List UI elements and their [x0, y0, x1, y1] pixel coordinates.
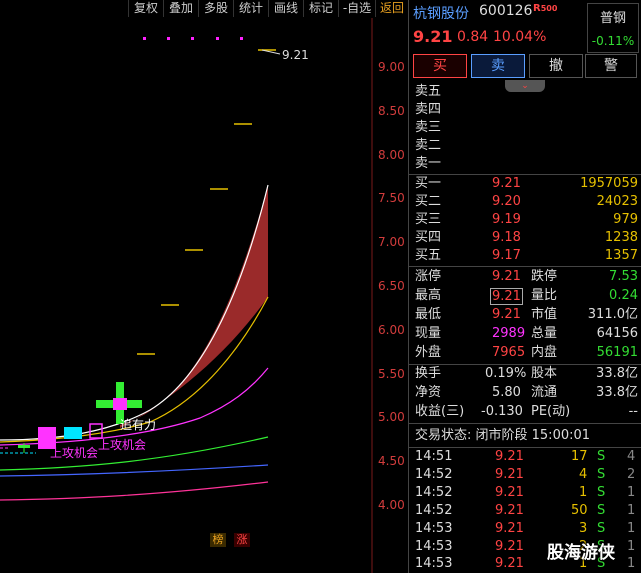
- y-tick-label: 5.50: [378, 367, 405, 381]
- y-tick-label: 4.00: [378, 498, 405, 512]
- divider: [409, 266, 641, 267]
- bid-row: 买二 9.20 24023: [415, 194, 638, 209]
- tick-row: 14:52 9.21 4 S 2: [415, 467, 636, 482]
- tick-row: 14:52 9.21 1 S 1: [415, 485, 636, 500]
- candle-body: [64, 427, 82, 439]
- chart-toolbar: 复权 叠加 多股 统计 画线 标记 -自选 返回: [0, 0, 408, 18]
- y-tick-label: 9.00: [378, 60, 405, 74]
- multi-stock-button[interactable]: 多股: [198, 0, 233, 17]
- signal-dot: [240, 37, 243, 40]
- stock-name: 杭钢股份: [413, 6, 469, 22]
- signal-label: 上攻机会: [50, 446, 99, 460]
- rank-tag[interactable]: 榜: [210, 533, 226, 547]
- tick-row: 14:52 9.21 50 S 1: [415, 503, 636, 518]
- channel-band: [120, 185, 268, 428]
- price-change-pct: 10.04%: [493, 29, 547, 45]
- signal-label: 上攻机会: [98, 438, 147, 452]
- mark-button[interactable]: 标记: [303, 0, 338, 17]
- stat-row: 涨停 9.21 跌停 7.53: [415, 269, 638, 284]
- stock-code: 600126: [479, 3, 533, 19]
- draw-line-button[interactable]: 画线: [268, 0, 303, 17]
- y-tick-label: 7.00: [378, 235, 405, 249]
- remove-watchlist-button[interactable]: -自选: [338, 0, 375, 17]
- ask-row: 卖四: [415, 102, 442, 117]
- y-tick-label: 7.50: [378, 191, 405, 205]
- y-tick-label: 8.50: [378, 104, 405, 118]
- sell-button[interactable]: 卖: [471, 54, 525, 78]
- bid-row: 买五 9.17 1357: [415, 248, 638, 263]
- cancel-order-button[interactable]: 撤: [529, 54, 583, 78]
- ask-row: 卖一: [415, 156, 442, 171]
- limit-up-tag[interactable]: 涨: [234, 533, 250, 547]
- signal-dot: [167, 37, 170, 40]
- fin-row: 净资 5.80 流通 33.8亿: [415, 385, 638, 400]
- signal-dot: [143, 37, 146, 40]
- ma-blue-line: [0, 464, 269, 477]
- trade-status: 交易状态: 闭市阶段 15:00:01: [415, 428, 591, 443]
- stat-row: 现量 2989 总量 64156: [415, 326, 638, 341]
- signal-label: 追有力: [120, 418, 157, 432]
- y-tick-label: 5.00: [378, 410, 405, 424]
- y-tick-label: 6.00: [378, 323, 405, 337]
- ask-row: 卖三: [415, 120, 442, 135]
- statistics-button[interactable]: 统计: [233, 0, 268, 17]
- ask-row: 卖二: [415, 138, 442, 153]
- y-tick-label: 4.50: [378, 454, 405, 468]
- sector-pct: -0.11%: [591, 34, 635, 48]
- tick-row: 14:51 9.21 17 S 4: [415, 449, 636, 464]
- candle-body: [113, 398, 127, 410]
- fin-row: 收益(三) -0.130 PE(动) --: [415, 404, 638, 419]
- stat-row: 外盘 7965 内盘 56191: [415, 345, 638, 360]
- signal-dots: [143, 37, 243, 40]
- quote-panel: 杭钢股份 600126 R500 9.21 0.84 10.04% 普钢 -0.…: [408, 0, 641, 573]
- sector-name: 普钢: [599, 11, 626, 26]
- buy-button[interactable]: 买: [413, 54, 467, 78]
- bid-row: 买四 9.18 1238: [415, 230, 638, 245]
- stat-row: 最高 9.21 量比 0.24: [415, 288, 638, 305]
- signal-dot: [191, 37, 194, 40]
- y-tick-label: 8.00: [378, 148, 405, 162]
- stat-row: 最低 9.21 市值 311.0亿: [415, 307, 638, 322]
- alert-button[interactable]: 警: [585, 54, 637, 78]
- watermark-text: 股海游侠: [547, 543, 615, 563]
- sector-box[interactable]: 普钢 -0.11%: [587, 3, 639, 53]
- r-tag: R500: [533, 3, 558, 14]
- bid-row: 买一 9.21 1957059: [415, 176, 638, 191]
- last-price: 9.21: [413, 27, 453, 46]
- overlay-button[interactable]: 叠加: [163, 0, 198, 17]
- ma-pink-line: [0, 481, 269, 501]
- y-tick-label: 6.50: [378, 279, 405, 293]
- restore-rights-button[interactable]: 复权: [128, 0, 163, 17]
- back-button[interactable]: 返回: [375, 0, 408, 17]
- peak-price-label: 9.21: [282, 48, 309, 62]
- candle-body: [18, 445, 30, 448]
- divider: [409, 423, 641, 424]
- chart-canvas: [0, 18, 373, 573]
- candlestick-chart[interactable]: 9.00 8.50 8.00 7.50 7.00 6.50 6.00 5.50 …: [0, 18, 408, 573]
- fin-row: 换手 0.19% 股本 33.8亿: [415, 366, 638, 381]
- ask-row: 卖五: [415, 84, 442, 99]
- bid-row: 买三 9.19 979: [415, 212, 638, 227]
- signal-dot: [216, 37, 219, 40]
- tick-row: 14:53 9.21 3 S 1: [415, 521, 636, 536]
- price-change: 0.84: [457, 29, 489, 45]
